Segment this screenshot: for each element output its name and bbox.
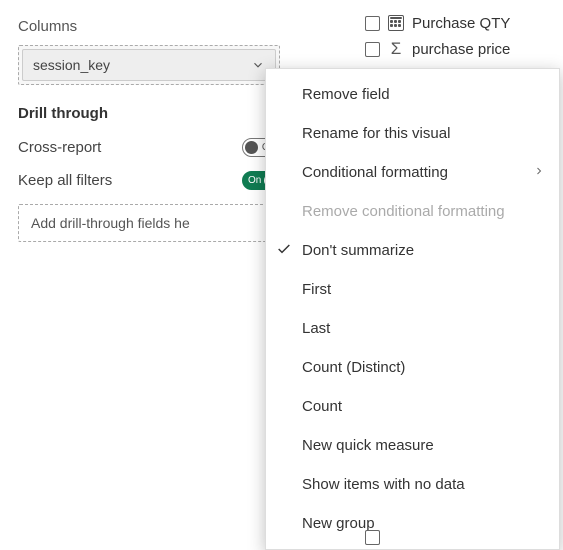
- keep-all-filters-toggle-state: On: [248, 172, 261, 189]
- checkbox-icon[interactable]: [365, 16, 380, 31]
- columns-field-well[interactable]: session_key: [18, 45, 280, 85]
- menu-item-label: Remove field: [302, 86, 390, 103]
- field-context-menu: Remove field Rename for this visual Condit…: [265, 68, 560, 550]
- drill-through-header: Drill through: [18, 105, 280, 122]
- chevron-right-icon: [533, 165, 545, 177]
- column-field-pill[interactable]: session_key: [22, 49, 276, 81]
- drill-through-dropzone[interactable]: Add drill-through fields he: [18, 204, 280, 242]
- menu-item-label: New group: [302, 515, 375, 532]
- field-item-partial[interactable]: [365, 530, 380, 545]
- menu-item-label: Remove conditional formatting: [302, 203, 505, 220]
- menu-item-remove-field[interactable]: Remove field: [266, 75, 559, 114]
- menu-item-label: Count (Distinct): [302, 359, 405, 376]
- checkbox-icon[interactable]: [365, 530, 380, 545]
- checkbox-icon[interactable]: [365, 42, 380, 57]
- sigma-icon: Σ: [388, 39, 404, 59]
- keep-all-filters-label: Keep all filters: [18, 172, 112, 189]
- menu-item-label: Rename for this visual: [302, 125, 450, 142]
- visualizations-pane: Columns session_key Drill through Cross-…: [18, 18, 280, 242]
- chevron-down-icon[interactable]: [251, 58, 265, 72]
- menu-item-label: Don't summarize: [302, 242, 414, 259]
- cross-report-label: Cross-report: [18, 139, 101, 156]
- keep-all-filters-row: Keep all filters On: [18, 171, 280, 190]
- menu-item-first[interactable]: First: [266, 270, 559, 309]
- menu-item-label: Conditional formatting: [302, 164, 448, 181]
- menu-item-rename-for-this-visual[interactable]: Rename for this visual: [266, 114, 559, 153]
- check-icon: [276, 241, 292, 257]
- columns-header: Columns: [18, 18, 280, 35]
- menu-item-new-quick-measure[interactable]: New quick measure: [266, 426, 559, 465]
- cross-report-row: Cross-report Off: [18, 138, 280, 157]
- menu-item-new-group[interactable]: New group: [266, 504, 559, 543]
- calculator-icon: [388, 15, 404, 31]
- field-label: purchase price: [412, 41, 510, 58]
- menu-item-don-t-summarize[interactable]: Don't summarize: [266, 231, 559, 270]
- menu-item-label: Count: [302, 398, 342, 415]
- column-field-label: session_key: [33, 57, 110, 73]
- menu-item-show-items-with-no-data[interactable]: Show items with no data: [266, 465, 559, 504]
- menu-item-last[interactable]: Last: [266, 309, 559, 348]
- menu-item-label: Show items with no data: [302, 476, 465, 493]
- field-label: Purchase QTY: [412, 15, 510, 32]
- menu-item-label: Last: [302, 320, 330, 337]
- menu-item-count-distinct[interactable]: Count (Distinct): [266, 348, 559, 387]
- field-item-purchase-price[interactable]: Σ purchase price: [365, 38, 555, 60]
- menu-item-label: First: [302, 281, 331, 298]
- menu-item-remove-conditional-formatting: Remove conditional formatting: [266, 192, 559, 231]
- fields-pane: Purchase QTY Σ purchase price: [365, 8, 555, 60]
- menu-item-label: New quick measure: [302, 437, 434, 454]
- field-item-purchase-qty[interactable]: Purchase QTY: [365, 8, 555, 38]
- menu-item-conditional-formatting[interactable]: Conditional formatting: [266, 153, 559, 192]
- menu-item-count[interactable]: Count: [266, 387, 559, 426]
